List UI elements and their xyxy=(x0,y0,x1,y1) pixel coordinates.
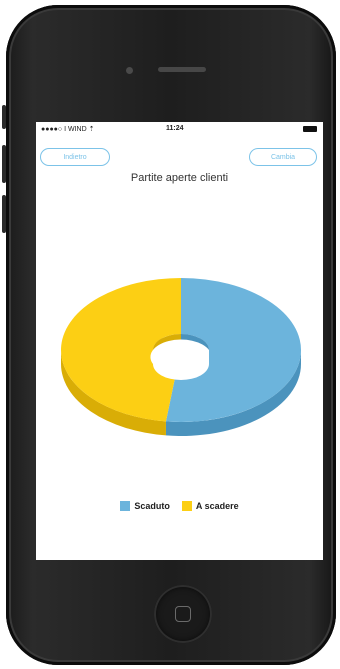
chart-legend: Scaduto A scadere xyxy=(36,501,323,511)
speaker-grille xyxy=(158,67,206,72)
volume-down-button xyxy=(2,195,6,233)
home-button-icon xyxy=(175,606,191,622)
legend-item-scaduto: Scaduto xyxy=(120,501,170,511)
legend-item-a-scadere: A scadere xyxy=(181,501,239,511)
pie-hole-center xyxy=(154,345,208,370)
legend-label: Scaduto xyxy=(134,501,170,511)
legend-swatch-scaduto xyxy=(120,501,131,511)
screen: ●●●●○ I WIND ⇡ 11:24 Indietro Cambia Par… xyxy=(36,122,323,560)
camera-icon xyxy=(126,67,133,74)
home-button[interactable] xyxy=(154,585,212,643)
legend-swatch-a-scadere xyxy=(181,501,192,511)
pie-chart xyxy=(60,278,301,436)
volume-up-button xyxy=(2,145,6,183)
legend-label: A scadere xyxy=(195,501,239,511)
mute-switch xyxy=(2,105,6,129)
